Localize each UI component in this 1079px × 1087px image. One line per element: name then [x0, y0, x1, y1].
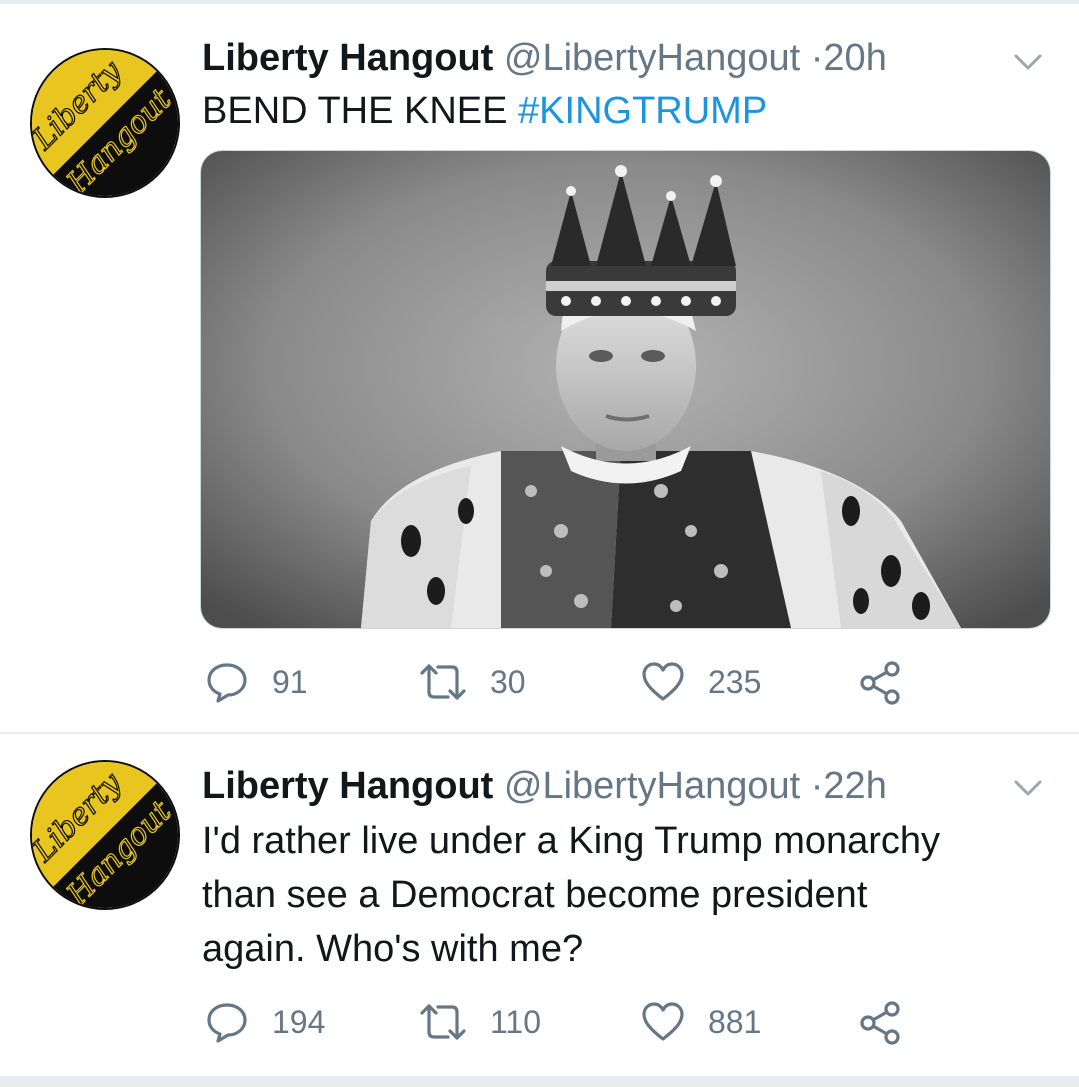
like-count: 235: [708, 663, 762, 700]
header-separator: ·: [810, 37, 824, 79]
retweet-button[interactable]: 110: [418, 996, 541, 1048]
chevron-down-icon[interactable]: [1010, 770, 1046, 806]
chevron-down-icon[interactable]: [1010, 44, 1046, 80]
share-icon: [858, 999, 904, 1045]
reply-button[interactable]: 194: [204, 996, 325, 1048]
tweet-text: BEND THE KNEE #KINGTRUMP: [202, 84, 767, 138]
tweet-media-photo[interactable]: [200, 150, 1051, 629]
timeline: Liberty Hangout Liberty Hangout @Liberty…: [0, 0, 1079, 1087]
tweet-text-line: again. Who's with me?: [202, 928, 584, 970]
author-handle[interactable]: @LibertyHangout: [504, 765, 800, 807]
tweet-text-line: than see a Democrat become president: [202, 874, 868, 916]
bottom-divider: [0, 1076, 1079, 1087]
retweet-icon: [418, 999, 468, 1045]
author-name[interactable]: Liberty Hangout: [202, 37, 493, 79]
reply-count: 194: [272, 1003, 326, 1040]
reply-button[interactable]: 91: [204, 656, 308, 708]
tweet[interactable]: Liberty Hangout Liberty Hangout @Liberty…: [0, 734, 1079, 1074]
tweet-header: Liberty Hangout @LibertyHangout ·22h: [202, 764, 887, 808]
tweet-header: Liberty Hangout @LibertyHangout ·20h: [202, 36, 887, 80]
header-separator: ·: [810, 765, 824, 807]
share-icon: [858, 659, 904, 705]
heart-icon: [640, 659, 686, 705]
tweet-text: I'd rather live under a King Trump monar…: [202, 814, 1022, 976]
avatar[interactable]: Liberty Hangout: [30, 760, 180, 910]
hashtag-link[interactable]: #KINGTRUMP: [518, 90, 767, 132]
tweet[interactable]: Liberty Hangout Liberty Hangout @Liberty…: [0, 4, 1079, 732]
like-button[interactable]: 235: [640, 656, 761, 708]
tweet-actions: 194 110 881: [200, 996, 920, 1048]
retweet-icon: [418, 659, 468, 705]
retweet-count: 30: [490, 663, 526, 700]
share-button[interactable]: [858, 656, 904, 708]
tweet-actions: 91 30 235: [200, 656, 920, 708]
reply-count: 91: [272, 663, 308, 700]
tweet-timestamp[interactable]: 20h: [823, 37, 886, 79]
share-button[interactable]: [858, 996, 904, 1048]
reply-icon: [204, 659, 250, 705]
like-button[interactable]: 881: [640, 996, 761, 1048]
heart-icon: [640, 999, 686, 1045]
tweet-text-body: BEND THE KNEE: [202, 90, 519, 132]
tweet-timestamp[interactable]: 22h: [823, 765, 886, 807]
tweet-text-line: I'd rather live under a King Trump monar…: [202, 820, 941, 862]
retweet-count: 110: [490, 1003, 542, 1040]
retweet-button[interactable]: 30: [418, 656, 526, 708]
author-name[interactable]: Liberty Hangout: [202, 765, 493, 807]
avatar[interactable]: Liberty Hangout: [30, 48, 180, 198]
reply-icon: [204, 999, 250, 1045]
author-handle[interactable]: @LibertyHangout: [504, 37, 800, 79]
like-count: 881: [708, 1003, 762, 1040]
